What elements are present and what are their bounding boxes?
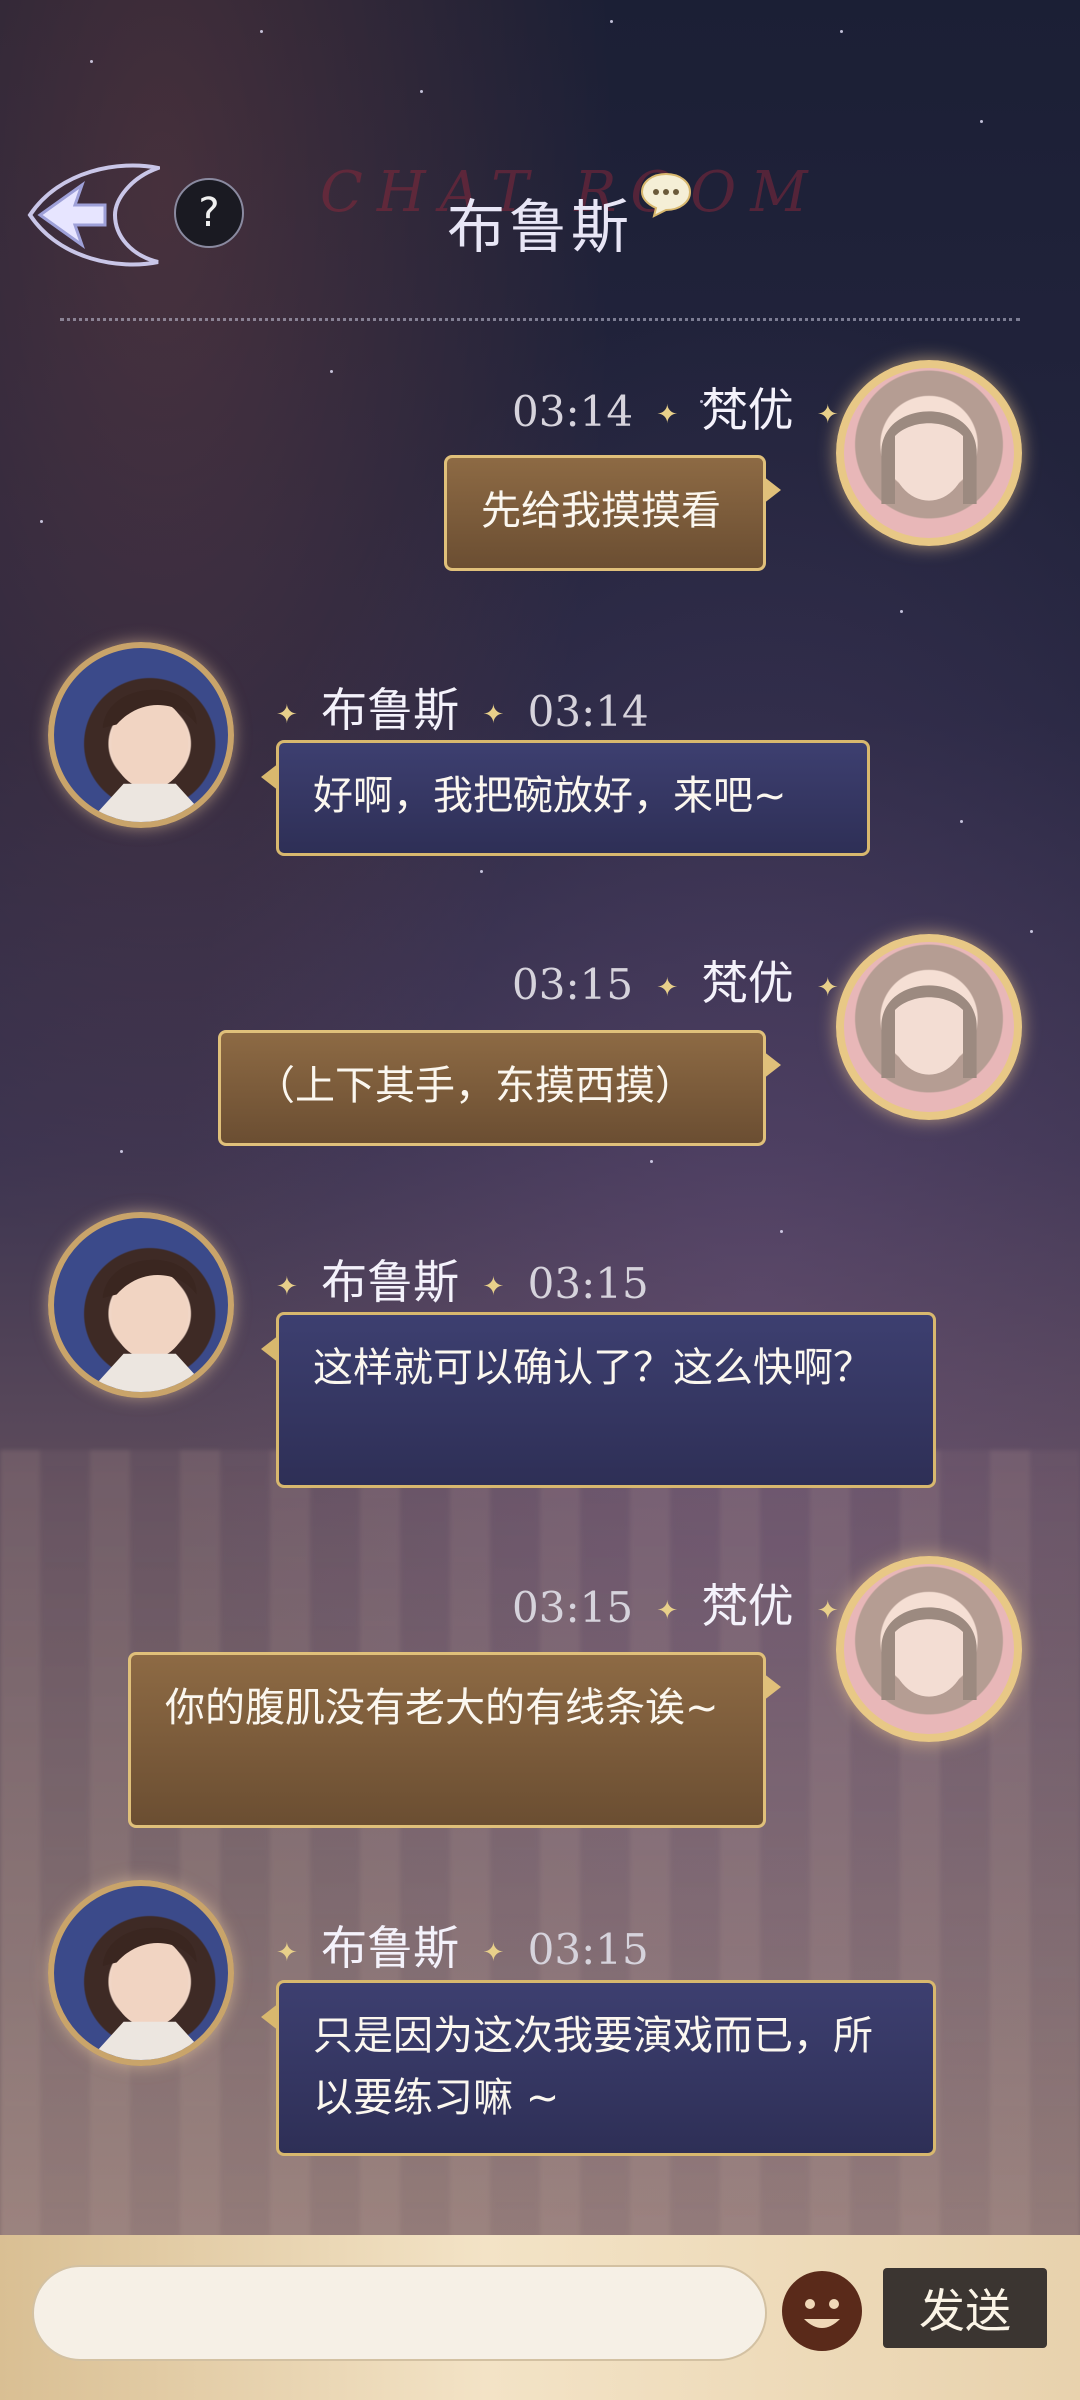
chat-header: ? CHAT ROOM 布鲁斯 <box>0 140 1080 290</box>
avatar-fanyou[interactable] <box>836 1556 1022 1742</box>
message-time: 03:15 <box>527 1925 649 1974</box>
message-bubble[interactable]: 先给我摸摸看 <box>444 455 781 571</box>
message-input[interactable] <box>32 2265 767 2361</box>
message-time: 03:15 <box>527 1259 649 1308</box>
message-bubble[interactable]: 这样就可以确认了？这么快啊？ <box>261 1312 936 1488</box>
avatar-bruce[interactable] <box>48 1212 234 1398</box>
sender-name: 布鲁斯 <box>321 1255 460 1309</box>
emoji-face-icon <box>784 2273 860 2349</box>
emoji-button[interactable] <box>782 2271 862 2351</box>
girl-portrait-icon <box>881 985 977 1078</box>
star-divider-icon: ✦ <box>816 972 839 1003</box>
star-divider-icon: ✦ <box>276 1937 298 1968</box>
star-divider-icon: ✦ <box>656 972 679 1003</box>
star-divider-icon: ✦ <box>482 1937 505 1968</box>
speech-bubble-icon <box>640 172 692 218</box>
message-time: 03:15 <box>512 960 634 1009</box>
avatar-fanyou[interactable] <box>836 360 1022 546</box>
star-divider-icon: ✦ <box>482 1271 505 1302</box>
star-divider-icon: ✦ <box>482 699 505 730</box>
star-divider-icon: ✦ <box>656 1595 679 1626</box>
send-button[interactable]: 发送 <box>883 2268 1047 2348</box>
star-divider-icon: ✦ <box>816 399 839 430</box>
message-bubble[interactable]: 只是因为这次我要演戏而已，所以要练习嘛 ~ <box>261 1980 936 2156</box>
page-title: 布鲁斯 <box>446 193 633 261</box>
sender-name: 梵优 <box>701 956 794 1010</box>
message-time: 03:15 <box>512 1583 634 1632</box>
girl-portrait-icon <box>881 411 977 504</box>
boy-portrait-icon <box>88 689 211 822</box>
message-bubble[interactable]: 好啊，我把碗放好，来吧~ <box>261 740 870 856</box>
message-bubble[interactable]: （上下其手，东摸西摸） <box>218 1030 781 1146</box>
boy-portrait-icon <box>88 1259 211 1392</box>
girl-portrait-icon <box>881 1607 977 1700</box>
star-divider-icon: ✦ <box>276 1271 298 1302</box>
sender-name: 布鲁斯 <box>321 683 460 737</box>
sender-name: 梵优 <box>701 383 794 437</box>
avatar-bruce[interactable] <box>48 642 234 828</box>
boy-portrait-icon <box>88 1927 211 2060</box>
star-divider-icon: ✦ <box>276 699 298 730</box>
message-bubble[interactable]: 你的腹肌没有老大的有线条诶~ <box>128 1652 781 1828</box>
message-time: 03:14 <box>527 687 649 736</box>
star-divider-icon: ✦ <box>816 1595 839 1626</box>
star-divider-icon: ✦ <box>656 399 679 430</box>
avatar-fanyou[interactable] <box>836 934 1022 1120</box>
sender-name: 梵优 <box>701 1579 794 1633</box>
avatar-bruce[interactable] <box>48 1880 234 2066</box>
message-input-bar: 发送 <box>0 2235 1080 2400</box>
header-divider <box>60 318 1020 321</box>
message-time: 03:14 <box>512 387 634 436</box>
sender-name: 布鲁斯 <box>321 1921 460 1975</box>
